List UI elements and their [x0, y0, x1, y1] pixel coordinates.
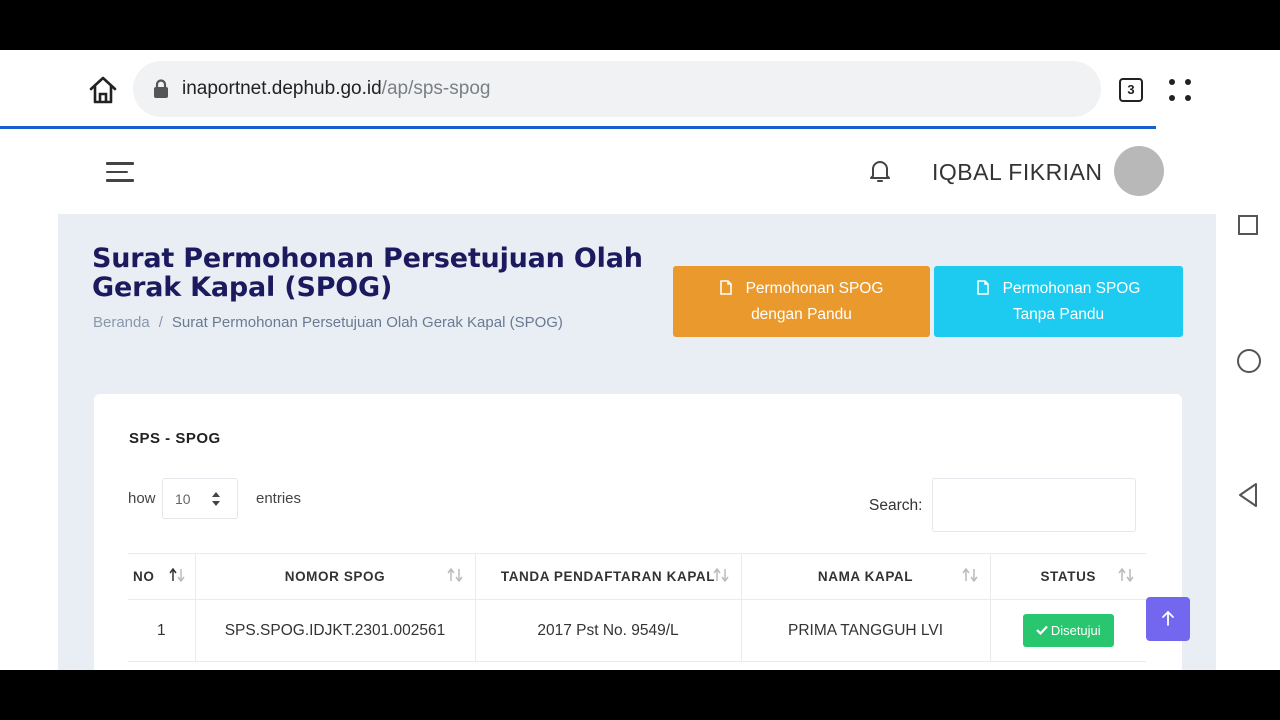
entries-label: entries — [256, 490, 302, 507]
nav-home-icon[interactable] — [1237, 349, 1261, 373]
entries-length-select[interactable]: 10 — [162, 478, 238, 519]
sort-icon — [1118, 568, 1134, 582]
home-icon[interactable] — [86, 73, 120, 107]
url-domain: inaportnet.dephub.go.id — [182, 78, 382, 99]
search-label: Search: — [869, 497, 923, 514]
show-label: how — [128, 490, 156, 507]
table-header-row: NO NOMOR SPOG TANDA PENDAFTARAN KAPAL NA… — [128, 553, 1146, 600]
column-header-tanda-pendaftaran[interactable]: TANDA PENDAFTARAN KAPAL — [475, 553, 742, 600]
card-title: SPS - SPOG — [129, 430, 221, 447]
user-name[interactable]: IQBAL FIKRIAN — [932, 159, 1103, 186]
page-load-progress — [0, 126, 1156, 129]
breadcrumb-home[interactable]: Beranda — [93, 314, 150, 331]
tabs-icon[interactable]: 3 — [1119, 78, 1143, 102]
document-icon — [719, 280, 732, 295]
table-row[interactable]: 1 SPS.SPOG.IDJKT.2301.002561 2017 Pst No… — [128, 599, 1146, 662]
check-icon — [1036, 625, 1048, 635]
phone-screen: inaportnet.dephub.go.id/ap/sps-spog 3 IQ… — [0, 50, 1280, 670]
cell-nama-kapal: PRIMA TANGGUH LVI — [741, 599, 991, 662]
spog-without-pilot-button[interactable]: Permohonan SPOG Tanpa Pandu — [934, 266, 1183, 337]
breadcrumb-separator: / — [158, 314, 163, 331]
status-badge[interactable]: Disetujui — [1022, 614, 1114, 647]
sort-icon — [168, 568, 185, 582]
cell-nomor-spog: SPS.SPOG.IDJKT.2301.002561 — [195, 599, 476, 662]
spog-with-pilot-button[interactable]: Permohonan SPOG dengan Pandu — [673, 266, 930, 337]
bell-icon[interactable] — [868, 158, 892, 184]
nav-recents-icon[interactable] — [1238, 215, 1258, 235]
sort-icon — [446, 568, 463, 582]
sps-spog-card: SPS - SPOG how 10 entries Search: NO NOM… — [94, 394, 1182, 670]
column-header-nomor-spog[interactable]: NOMOR SPOG — [195, 553, 476, 600]
avatar[interactable] — [1114, 146, 1164, 196]
browser-toolbar: inaportnet.dephub.go.id/ap/sps-spog 3 — [0, 50, 1230, 130]
cell-status: Disetujui — [990, 599, 1146, 662]
column-header-nama-kapal[interactable]: NAMA KAPAL — [741, 553, 991, 600]
document-icon — [976, 280, 989, 295]
cell-no: 1 — [128, 599, 196, 662]
column-header-no[interactable]: NO — [128, 553, 196, 600]
page-title: Surat Permohonan Persetujuan Olah Gerak … — [92, 243, 643, 303]
column-header-status[interactable]: STATUS — [990, 553, 1146, 600]
breadcrumb-current: Surat Permohonan Persetujuan Olah Gerak … — [171, 314, 563, 331]
button-label-line2: Tanpa Pandu — [1012, 306, 1105, 323]
app-header: IQBAL FIKRIAN — [0, 130, 1230, 214]
button-label-line1: Permohonan SPOG — [745, 280, 884, 297]
status-text: Disetujui — [1050, 623, 1101, 638]
spog-table: NO NOMOR SPOG TANDA PENDAFTARAN KAPAL NA… — [128, 553, 1146, 662]
lock-icon — [154, 79, 168, 98]
cell-tanda-pendaftaran: 2017 Pst No. 9549/L — [475, 599, 742, 662]
address-bar[interactable]: inaportnet.dephub.go.id/ap/sps-spog — [133, 61, 1101, 117]
sort-icon — [712, 568, 729, 582]
hamburger-icon[interactable] — [106, 162, 134, 184]
entries-length-value: 10 — [175, 491, 191, 507]
android-nav-bar — [1230, 130, 1280, 670]
url-path: /ap/sps-spog — [381, 78, 491, 99]
menu-dots-icon[interactable] — [1168, 78, 1192, 102]
search-input[interactable] — [932, 478, 1136, 532]
url-text: inaportnet.dephub.go.id/ap/sps-spog — [182, 78, 490, 100]
button-label-line1: Permohonan SPOG — [1002, 280, 1141, 297]
breadcrumb: Beranda / Surat Permohonan Persetujuan Ola… — [93, 314, 563, 331]
main-content: Surat Permohonan Persetujuan Olah Gerak … — [58, 214, 1216, 670]
select-arrows-icon — [212, 492, 220, 506]
arrow-up-icon — [1162, 610, 1174, 626]
scroll-to-top-button[interactable] — [1146, 597, 1190, 641]
nav-back-icon[interactable] — [1236, 481, 1260, 509]
sort-icon — [961, 568, 978, 582]
button-label-line2: dengan Pandu — [751, 306, 852, 323]
